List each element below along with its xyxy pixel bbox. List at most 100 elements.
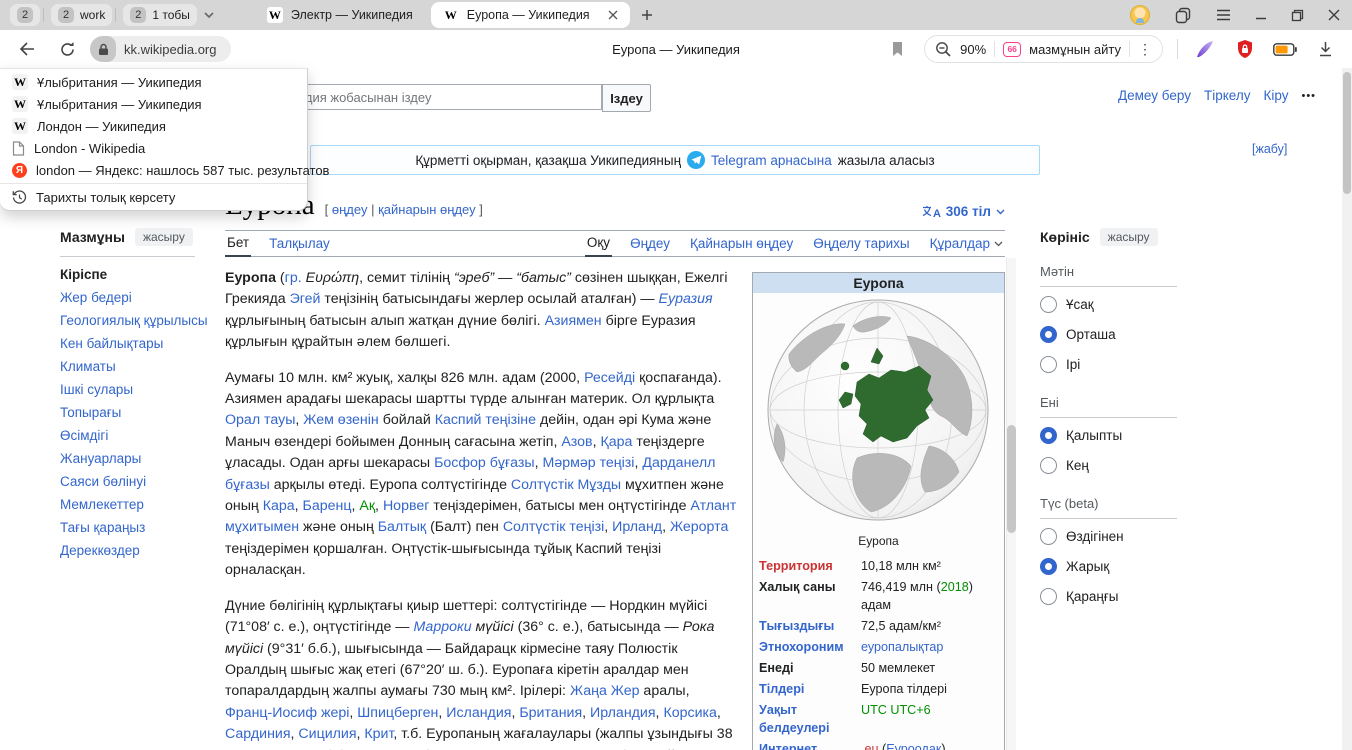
edit-source-link[interactable]: қайнарын өңдеу	[378, 202, 476, 217]
article-tab[interactable]: Өңделу тарихы	[811, 236, 911, 256]
tab-group-chip[interactable]: 21 тобы	[123, 4, 197, 26]
appearance-option[interactable]: Жарық	[1040, 553, 1190, 579]
link[interactable]: Корсика	[663, 705, 716, 721]
link[interactable]: Жаңа Жер	[570, 683, 640, 699]
tab-groups-expand-button[interactable]	[197, 4, 221, 26]
copilot-button[interactable]	[1192, 36, 1218, 62]
suggestion-item[interactable]: Яlondon — Яндекс: нашлось 587 тыс. резул…	[0, 159, 307, 181]
downloads-button[interactable]	[1312, 36, 1338, 62]
show-full-history-item[interactable]: Тарихты толық көрсету	[0, 186, 307, 208]
radio-button[interactable]	[1040, 588, 1057, 605]
link[interactable]: Балтық	[378, 519, 426, 535]
appearance-option[interactable]: Ұсақ	[1040, 291, 1190, 317]
browser-menu-button[interactable]	[1216, 9, 1231, 21]
link[interactable]: Баренц	[303, 498, 352, 514]
appearance-option[interactable]: Қалыпты	[1040, 422, 1190, 448]
more-options-button[interactable]: •••	[1301, 90, 1316, 102]
radio-button[interactable]	[1040, 558, 1057, 575]
suggestion-item[interactable]: WҰлыбритания — Уикипедия	[0, 71, 307, 93]
link[interactable]: Ирландия	[590, 705, 656, 721]
toc-item[interactable]: Климаты	[60, 355, 210, 378]
protect-shield-button[interactable]	[1232, 36, 1258, 62]
infobox-label[interactable]: Интернет үйшігі	[759, 740, 861, 750]
link[interactable]: Ресейді	[584, 370, 635, 386]
login-link[interactable]: Кіру	[1263, 88, 1288, 103]
minimize-button[interactable]	[1255, 9, 1267, 21]
banner-close-link[interactable]: [жабу]	[1252, 142, 1287, 156]
more-actions-button[interactable]: ⋮	[1138, 42, 1152, 56]
window-scrollbar-thumb[interactable]	[1343, 72, 1351, 194]
close-window-button[interactable]	[1328, 9, 1340, 21]
zoom-level[interactable]: 90%	[960, 42, 986, 57]
link[interactable]: Мәрмәр теңізі	[543, 455, 635, 471]
link[interactable]: Босфор бұғазы	[434, 455, 535, 471]
toc-item[interactable]: Мемлекеттер	[60, 493, 210, 516]
toc-item[interactable]: Топырағы	[60, 401, 210, 424]
suggestion-item[interactable]: WЛондон — Уикипедия	[0, 115, 307, 137]
toc-item[interactable]: Ішкі сулары	[60, 378, 210, 401]
content-scrollbar-thumb[interactable]	[1007, 425, 1016, 533]
article-tab[interactable]: Талқылау	[267, 236, 332, 256]
tab-group-chip[interactable]: 2	[10, 4, 40, 26]
link[interactable]: Солтүстік теңізі	[503, 519, 604, 535]
suggestion-item[interactable]: WҰлыбритания — Уикипедия	[0, 93, 307, 115]
link[interactable]: Азиямен	[545, 313, 602, 329]
link[interactable]: Жерорта	[670, 519, 728, 535]
appearance-option[interactable]: Қараңғы	[1040, 583, 1190, 609]
new-tab-button[interactable]	[634, 2, 660, 28]
link[interactable]: Марроки	[413, 619, 471, 635]
bookmark-flag-button[interactable]	[884, 36, 910, 62]
radio-button[interactable]	[1040, 457, 1057, 474]
toc-hide-button[interactable]: жасыру	[135, 228, 193, 246]
link[interactable]: Франц-Иосиф жері	[225, 705, 349, 721]
article-tab[interactable]: Оқу	[585, 235, 612, 257]
radio-button[interactable]	[1040, 326, 1057, 343]
infobox-label[interactable]: Территория	[759, 557, 861, 575]
toc-item[interactable]: Кен байлықтары	[60, 332, 210, 355]
article-tab[interactable]: Өңдеу	[628, 236, 672, 256]
avatar[interactable]	[1130, 5, 1150, 25]
link[interactable]: Еуроодақ	[886, 742, 941, 750]
link[interactable]: Ирланд	[612, 519, 662, 535]
article-tab[interactable]: Құралдар	[928, 236, 1005, 256]
infobox-label[interactable]: Тығыздығы	[759, 617, 861, 635]
radio-button[interactable]	[1040, 296, 1057, 313]
link[interactable]: Сицилия	[298, 726, 356, 742]
zoom-out-icon[interactable]	[935, 41, 952, 58]
tab-close-button[interactable]	[608, 10, 618, 20]
donate-link[interactable]: Демеу беру	[1118, 88, 1191, 103]
article-tab[interactable]: Қайнарын өңдеу	[688, 236, 795, 256]
wiki-search-button[interactable]: Іздеу	[602, 84, 651, 112]
appearance-option[interactable]: Өздігінен	[1040, 523, 1190, 549]
radio-button[interactable]	[1040, 528, 1057, 545]
link[interactable]: 2018	[941, 580, 969, 594]
toc-item[interactable]: Кіріспе	[60, 263, 210, 286]
back-button[interactable]	[14, 36, 40, 62]
link[interactable]: Крит	[364, 726, 393, 742]
address-bar[interactable]: kk.wikipedia.org	[90, 36, 231, 62]
radio-button[interactable]	[1040, 356, 1057, 373]
link[interactable]: Орал тауы	[225, 412, 295, 428]
radio-button[interactable]	[1040, 427, 1057, 444]
restore-button[interactable]	[1291, 9, 1304, 22]
suggestion-item[interactable]: London - Wikipedia	[0, 137, 307, 159]
link[interactable]: Норвег	[383, 498, 429, 514]
toc-item[interactable]: Дереккөздер	[60, 539, 210, 562]
link[interactable]: Британия	[519, 705, 582, 721]
edit-link[interactable]: өңдеу	[332, 202, 368, 217]
appearance-option[interactable]: Орташа	[1040, 321, 1190, 347]
toc-item[interactable]: Өсімдігі	[60, 424, 210, 447]
link[interactable]: Кара	[263, 498, 295, 514]
browser-tab[interactable]: WЭлектр — Уикипедия	[255, 2, 425, 28]
infobox-label[interactable]: Тілдері	[759, 680, 861, 698]
browser-tab[interactable]: WЕуропа — Уикипедия	[431, 2, 630, 28]
read-aloud-button[interactable]: мазмұнын айту	[1029, 42, 1121, 57]
link[interactable]: еуропалықтар	[861, 640, 943, 654]
link[interactable]: Солтүстік Мұзды	[511, 477, 621, 493]
toc-item[interactable]: Тағы қараңыз	[60, 516, 210, 539]
europe-globe-image[interactable]	[761, 296, 996, 529]
toc-item[interactable]: Саяси бөлінуі	[60, 470, 210, 493]
toc-item[interactable]: Жануарлары	[60, 447, 210, 470]
article-tab[interactable]: Бет	[225, 235, 251, 257]
link[interactable]: .eu	[861, 742, 879, 750]
